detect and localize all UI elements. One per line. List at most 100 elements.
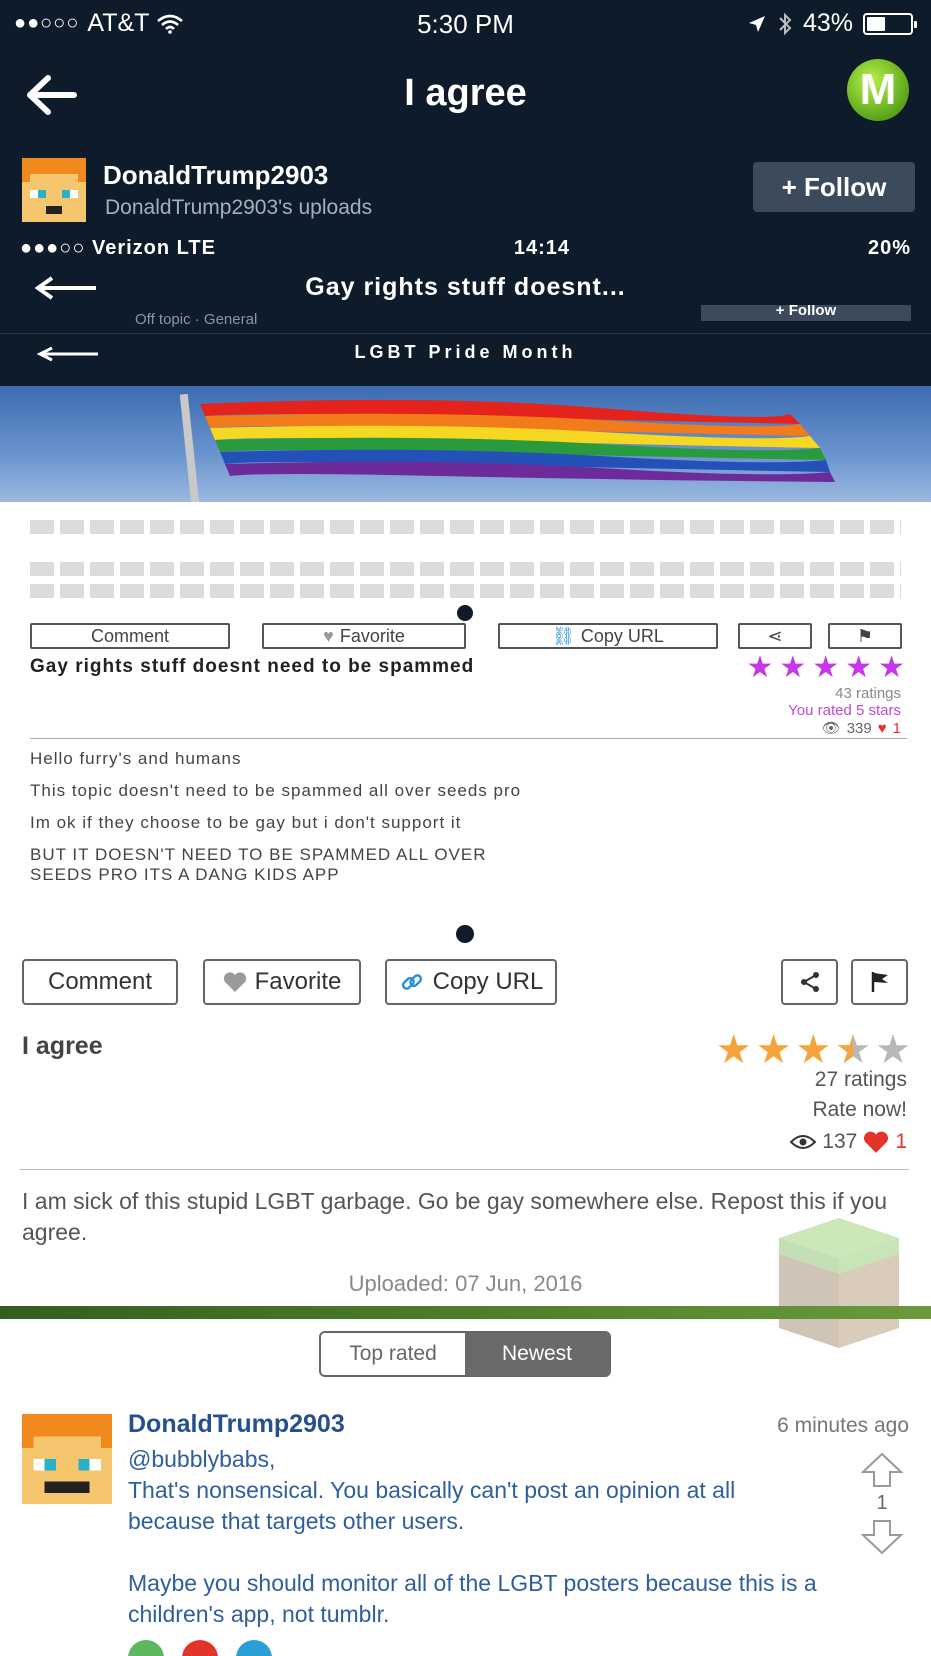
- embedded-time: 14:14: [513, 237, 571, 259]
- vote-count: 1: [876, 1492, 888, 1514]
- eye-icon: [790, 1135, 817, 1149]
- status-right: 43%: [747, 9, 917, 38]
- nested-title: LGBT Pride Month: [354, 342, 577, 362]
- downvote-arrow-icon[interactable]: [861, 1519, 903, 1555]
- nav-bar: I agree M: [0, 48, 931, 144]
- embedded-body-line: BUT IT DOESN'T NEED TO BE SPAMMED ALL OV…: [30, 845, 487, 864]
- battery-icon: [863, 12, 917, 35]
- favorite-button[interactable]: Favorite: [203, 959, 361, 1005]
- embedded-post-title: Gay rights stuff doesnt need to be spamm…: [30, 656, 475, 677]
- heart-icon: ♥: [323, 625, 334, 646]
- embedded-favorite-button: ♥ Favorite: [262, 623, 466, 649]
- embedded-status-bar: ●●●○○ Verizon LTE 14:14 20%: [20, 237, 911, 260]
- page-indicator-dot: [457, 605, 473, 621]
- page-title: I agree: [404, 72, 527, 114]
- share-icon: ⋖: [767, 625, 783, 646]
- embedded-share-button: ⋖: [738, 623, 812, 649]
- app-header: ●●○○○ AT&T 5:30 PM 43% I agree M DonaldT…: [0, 0, 931, 233]
- star-icon: ★: [812, 651, 840, 684]
- comment-label: Comment: [47, 968, 153, 995]
- embedded-title: Gay rights stuff doesnt...: [305, 273, 626, 301]
- star-icon[interactable]: ★★: [795, 1030, 831, 1070]
- star-icon: ★: [746, 651, 774, 684]
- comment-reaction-row: [128, 1640, 272, 1656]
- rainbow-flag-photo: [0, 386, 931, 502]
- comment-item: DonaldTrump2903 6 minutes ago @bubblybab…: [0, 1402, 931, 1656]
- star-icon: ★: [878, 651, 905, 684]
- avatar[interactable]: [22, 1414, 112, 1504]
- post-action-row: Comment Favorite Copy URL: [0, 959, 931, 1005]
- star-icon[interactable]: ★★: [716, 1030, 752, 1070]
- follow-button[interactable]: + Follow: [753, 162, 915, 212]
- avatar[interactable]: [22, 158, 86, 222]
- embedded-ratings-count: 43 ratings: [835, 685, 901, 702]
- star-rating[interactable]: ★★ ★★ ★★ ★★ ★★: [716, 1030, 911, 1070]
- embedded-action-row: Comment ♥ Favorite ⛓ Copy URL ⋖ ⚑: [30, 623, 902, 649]
- comment-mention[interactable]: @bubblybabs,: [128, 1444, 828, 1475]
- post-image: ●●●○○ Verizon LTE 14:14 20% Gay rights s…: [0, 233, 931, 913]
- star-icon[interactable]: ★★: [756, 1030, 792, 1070]
- copy-url-button[interactable]: Copy URL: [385, 959, 557, 1005]
- vote-control: 1: [859, 1452, 905, 1555]
- embedded-star-rating: ★ ★ ★ ★ ★: [746, 653, 905, 683]
- embedded-views: 339: [846, 719, 872, 737]
- location-arrow-icon: [748, 15, 765, 32]
- rate-now-link[interactable]: Rate now!: [812, 1098, 907, 1122]
- embedded-post-body: Hello furry's and humans This topic does…: [30, 743, 907, 897]
- star-icon[interactable]: ★★: [875, 1030, 911, 1070]
- tab-newest[interactable]: Newest: [465, 1333, 609, 1375]
- embedded-body-line: Im ok if they choose to be gay but i don…: [30, 813, 462, 832]
- share-icon: [800, 972, 819, 992]
- flag-icon: [871, 972, 888, 992]
- comment-body: @bubblybabs, That's nonsensical. You bas…: [128, 1444, 828, 1630]
- author-row: DonaldTrump2903 DonaldTrump2903's upload…: [0, 150, 931, 230]
- comment-button[interactable]: Comment: [22, 959, 178, 1005]
- reaction-icon[interactable]: [128, 1640, 164, 1656]
- comment-text: Maybe you should monitor all of the LGBT…: [128, 1570, 817, 1627]
- embedded-body-line: This topic doesn't need to be spammed al…: [30, 781, 522, 800]
- star-icon: ★: [779, 651, 807, 684]
- upload-date: Uploaded: 07 Jun, 2016: [348, 1271, 583, 1296]
- embedded-you-rated: You rated 5 stars: [788, 702, 901, 719]
- comment-author[interactable]: DonaldTrump2903: [128, 1410, 345, 1439]
- tab-top-rated[interactable]: Top rated: [321, 1333, 465, 1375]
- link-icon: [401, 974, 422, 990]
- embedded-report-button: ⚑: [828, 623, 902, 649]
- report-button[interactable]: [851, 959, 908, 1005]
- bluetooth-icon: [779, 12, 792, 35]
- comment-timestamp: 6 minutes ago: [777, 1414, 909, 1437]
- divider: [20, 1169, 909, 1170]
- star-icon[interactable]: ★★: [835, 1030, 871, 1070]
- reaction-icon[interactable]: [236, 1640, 272, 1656]
- upvote-arrow-icon[interactable]: [861, 1452, 903, 1488]
- author-uploads-link[interactable]: DonaldTrump2903's uploads: [105, 196, 372, 220]
- page-indicator-dot[interactable]: [456, 925, 474, 943]
- view-count: 137: [822, 1130, 858, 1153]
- section-divider-bar: [0, 1306, 931, 1319]
- embedded-copy-url-button: ⛓ Copy URL: [498, 623, 718, 649]
- favorite-label: Favorite: [254, 968, 342, 995]
- embedded-likes: 1: [892, 719, 901, 737]
- flag-icon: ⚑: [856, 625, 874, 646]
- embedded-header: ●●●○○ Verizon LTE 14:14 20% Gay rights s…: [0, 233, 931, 386]
- heart-icon: [223, 972, 246, 992]
- app-logo[interactable]: M: [847, 59, 909, 121]
- embedded-body-line: SEEDS PRO ITS A DANG KIDS APP: [30, 865, 340, 884]
- reaction-icon[interactable]: [182, 1640, 218, 1656]
- embedded-follow-button: + Follow: [701, 305, 911, 321]
- post-title: I agree: [22, 1032, 103, 1060]
- battery-percent: 43%: [802, 9, 853, 37]
- embedded-stats: 👁 339 ♥ 1: [821, 719, 901, 738]
- comment-sort-toggle: Top rated Newest: [319, 1331, 611, 1377]
- eye-icon: 👁: [821, 720, 841, 737]
- star-icon: ★: [845, 651, 873, 684]
- divider: [30, 738, 907, 739]
- ratings-count: 27 ratings: [814, 1068, 907, 1091]
- heart-icon: ♥: [877, 719, 887, 737]
- embedded-comment-button: Comment: [30, 623, 230, 649]
- author-name[interactable]: DonaldTrump2903: [103, 160, 328, 191]
- embedded-copy-url-label: Copy URL: [580, 625, 664, 646]
- nested-text-row: [30, 584, 901, 598]
- battery-fill: [867, 16, 885, 31]
- share-button[interactable]: [781, 959, 838, 1005]
